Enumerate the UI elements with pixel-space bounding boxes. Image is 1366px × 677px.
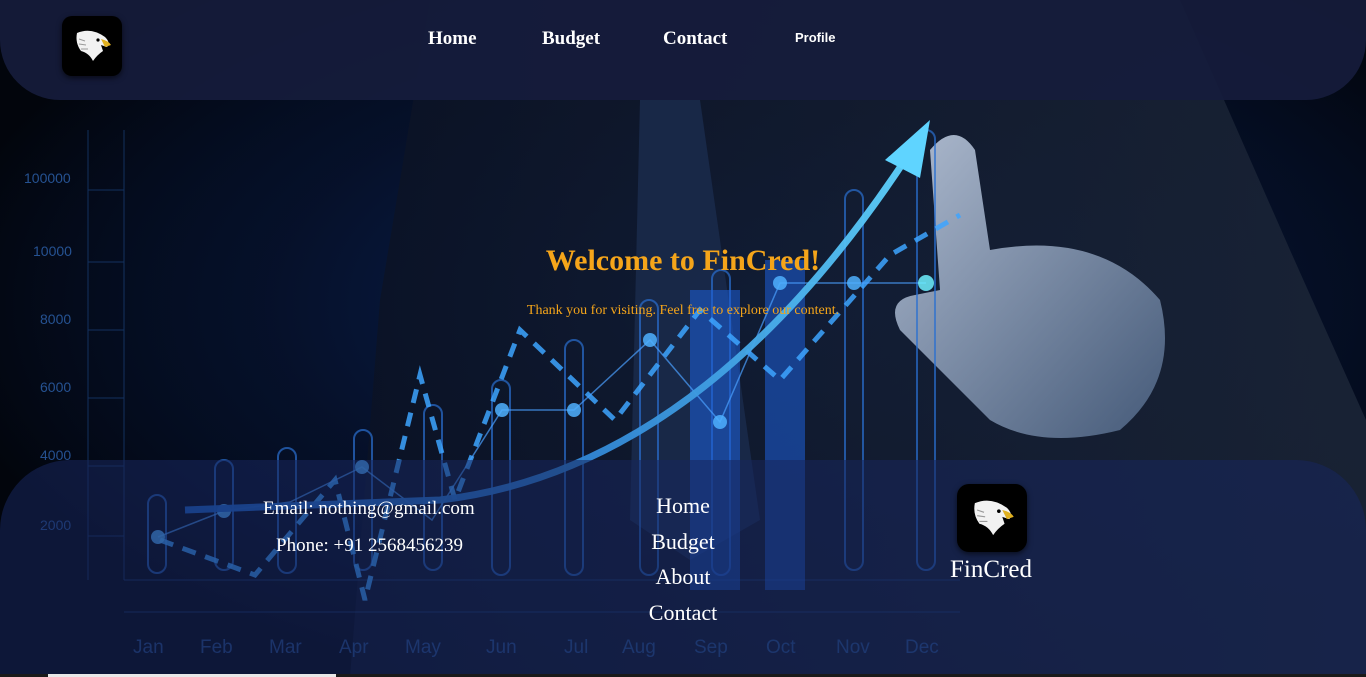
footer-brand-name: FinCred <box>950 556 1032 583</box>
svg-text:100000: 100000 <box>24 170 71 186</box>
nav-link-budget[interactable]: Budget <box>542 28 600 50</box>
svg-text:6000: 6000 <box>40 379 71 395</box>
footer-link-about[interactable]: About <box>0 564 1366 590</box>
eagle-icon <box>76 30 111 61</box>
nav-link-contact[interactable]: Contact <box>663 28 727 50</box>
top-navbar: Home Budget Contact Profile <box>0 0 1366 100</box>
nav-link-home[interactable]: Home <box>428 28 477 50</box>
footer-link-contact[interactable]: Contact <box>0 600 1366 626</box>
footer-link-home[interactable]: Home <box>0 493 1366 519</box>
eagle-icon <box>974 500 1014 536</box>
nav-link-profile[interactable]: Profile <box>795 30 835 45</box>
footer-link-budget[interactable]: Budget <box>0 529 1366 555</box>
hero-subtitle: Thank you for visiting. Feel free to exp… <box>526 303 840 318</box>
footer-logo[interactable] <box>957 484 1027 552</box>
nav-logo[interactable] <box>62 16 122 76</box>
hero-title: Welcome to FinCred! <box>545 244 821 277</box>
